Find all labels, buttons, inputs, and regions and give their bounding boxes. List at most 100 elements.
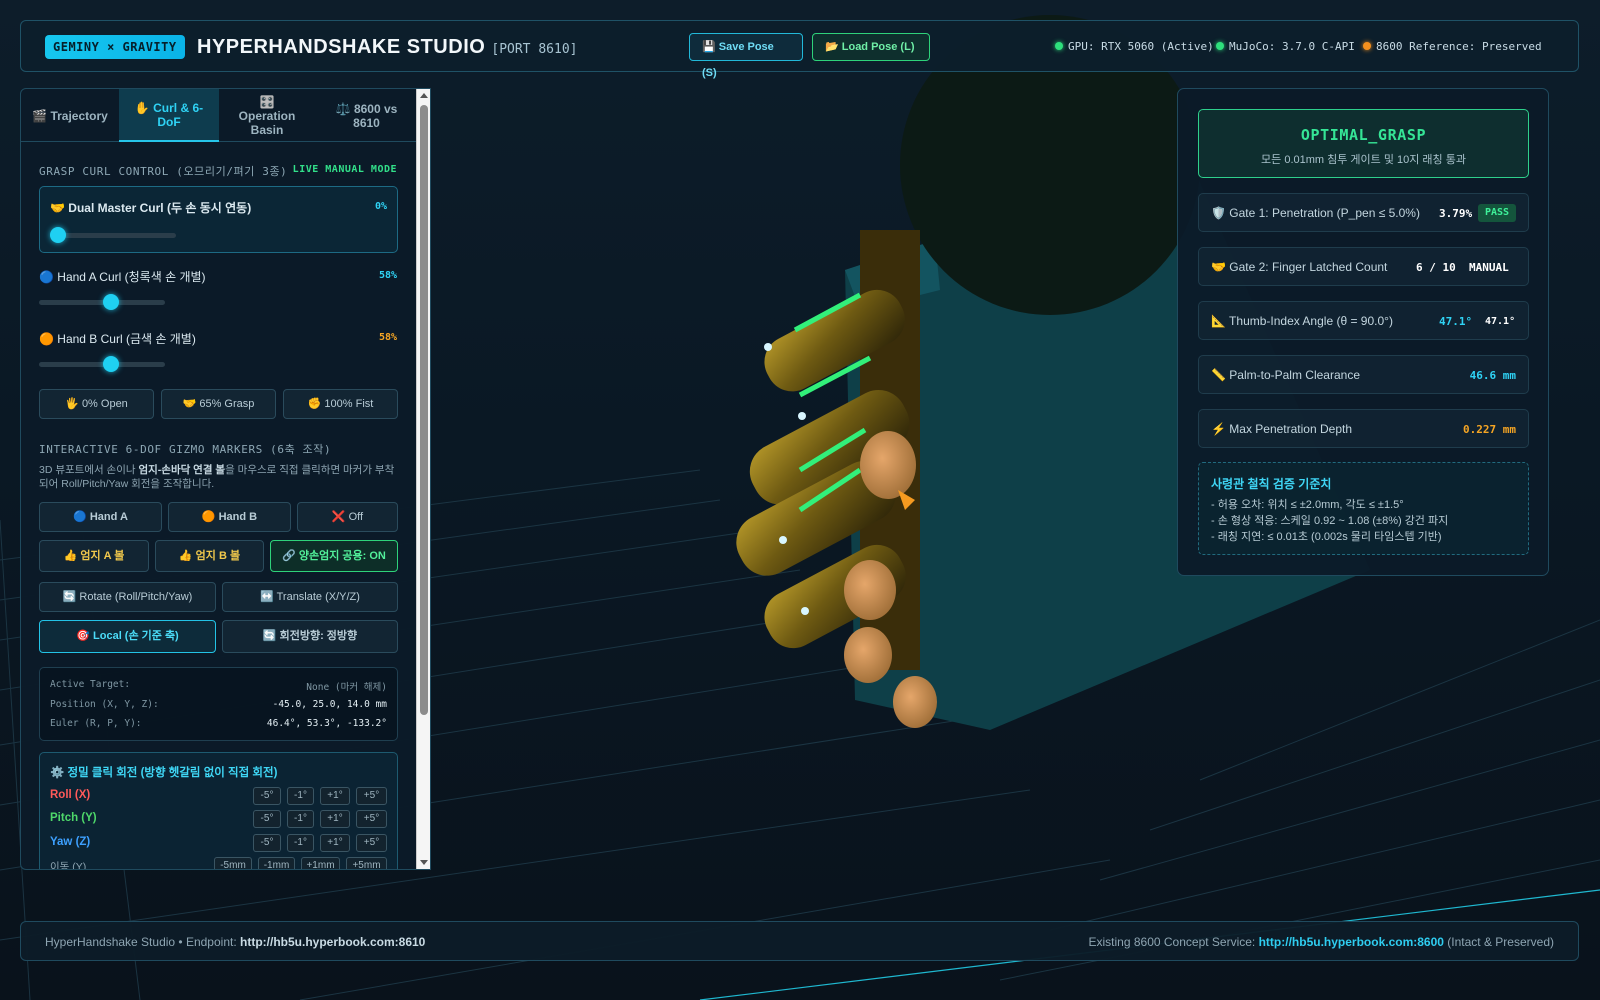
thumb-b-ball-button[interactable]: 👍 엄지 B 볼 xyxy=(155,540,264,572)
penetration-depth-label: ⚡ Max Penetration Depth xyxy=(1211,422,1353,436)
gate2-mode: MANUAL xyxy=(1469,261,1509,274)
control-panel: 🎬 Trajectory ✋ Curl & 6-DoF 🎛️ Operation… xyxy=(20,88,431,870)
clearance-value: 46.6 mm xyxy=(1469,369,1516,382)
footer-legacy-suffix: (Intact & Preserved) xyxy=(1443,935,1554,949)
pitch-minus1-button[interactable]: -1° xyxy=(287,810,314,828)
euler-key: Euler (R, P, Y): xyxy=(50,718,142,729)
clearance-label: 📏 Palm-to-Palm Clearance xyxy=(1211,368,1360,382)
roll-plus1-button[interactable]: +1° xyxy=(320,787,350,805)
dual-master-value: 0% xyxy=(374,201,387,212)
position-key: Position (X, Y, Z): xyxy=(50,699,159,710)
hand-a-slider-thumb[interactable] xyxy=(102,294,119,310)
precision-rotation-box: ⚙️ 정밀 클릭 회전 (방향 헷갈림 없이 직접 회전) Roll (X) -… xyxy=(39,752,398,869)
criteria-line: - 래칭 지연: ≤ 0.01초 (0.002s 물리 타임스텝 기반) xyxy=(1211,531,1442,543)
dual-master-slider-track[interactable] xyxy=(50,233,176,238)
live-mode-tag: LIVE MANUAL MODE xyxy=(292,164,397,175)
active-target-key: Active Target: xyxy=(50,679,131,690)
yaw-minus1-button[interactable]: -1° xyxy=(287,834,314,852)
hand-b-curl-value: 58% xyxy=(378,332,397,343)
yaw-plus5-button[interactable]: +5° xyxy=(356,834,387,852)
tab-8600-vs-8610[interactable]: ⚖️ 8600 vs 8610 xyxy=(315,89,418,142)
app-title: HYPERHANDSHAKE STUDIO [PORT 8610] xyxy=(197,36,577,59)
preset-fist-button[interactable]: ✊ 100% Fist xyxy=(283,389,398,419)
dual-master-slider-thumb[interactable] xyxy=(50,227,66,243)
euler-value: 46.4°, 53.3°, -133.2° xyxy=(266,718,387,729)
position-value: -45.0, 25.0, 14.0 mm xyxy=(272,699,387,710)
move-minus1mm-button[interactable]: -1mm xyxy=(258,857,295,869)
target-hand-b-button[interactable]: 🟠 Hand B xyxy=(168,502,291,532)
hand-a-curl-label: 🔵 Hand A Curl (청록색 손 개별) xyxy=(39,270,206,284)
footer-legacy-service: Existing 8600 Concept Service: http://hb… xyxy=(1089,935,1555,949)
move-plus1mm-button[interactable]: +1mm xyxy=(301,857,340,869)
brand-badge: GEMINY × GRAVITY xyxy=(45,35,185,59)
thumb-index-angle-b: 47.1° xyxy=(1485,316,1516,327)
roll-minus1-button[interactable]: -1° xyxy=(287,787,314,805)
footer-endpoint-link[interactable]: http://hb5u.hyperbook.com:8610 xyxy=(240,935,425,949)
tab-trajectory[interactable]: 🎬 Trajectory xyxy=(21,89,119,142)
rotation-direction-button[interactable]: 🔄 회전방향: 정방향 xyxy=(222,620,398,653)
target-off-button[interactable]: ❌ Off xyxy=(297,502,398,532)
pitch-axis-label: Pitch (Y) xyxy=(50,812,97,824)
yaw-plus1-button[interactable]: +1° xyxy=(320,834,350,852)
preset-grasp-button[interactable]: 🤝 65% Grasp xyxy=(161,389,276,419)
thumb-index-angle-a: 47.1° xyxy=(1439,315,1473,328)
scroll-down-icon[interactable] xyxy=(420,860,428,865)
hand-b-slider-track[interactable] xyxy=(39,362,165,367)
criteria-line: - 허용 오차: 위치 ≤ ±2.0mm, 각도 ≤ ±1.5° xyxy=(1211,499,1404,511)
hand-b-curl-label: 🟠 Hand B Curl (금색 손 개별) xyxy=(39,332,196,346)
local-frame-button[interactable]: 🎯 Local (손 기준 축) xyxy=(39,620,216,653)
hand-b-slider-thumb[interactable] xyxy=(102,356,119,372)
thumb-index-angle-label: 📐 Thumb-Index Angle (θ = 90.0°) xyxy=(1211,314,1393,328)
penetration-depth-row: ⚡ Max Penetration Depth 0.227 mm xyxy=(1198,409,1529,448)
gate1-row: 🛡️ Gate 1: Penetration (P_pen ≤ 5.0%) 3.… xyxy=(1198,193,1529,232)
pitch-minus5-button[interactable]: -5° xyxy=(253,810,281,828)
verdict-title: OPTIMAL_GRASP xyxy=(1300,126,1427,144)
criteria-box: 사령관 철칙 검증 기준치 - 허용 오차: 위치 ≤ ±2.0mm, 각도 ≤… xyxy=(1198,462,1529,555)
footer-legacy-link[interactable]: http://hb5u.hyperbook.com:8600 xyxy=(1259,935,1444,949)
roll-minus5-button[interactable]: -5° xyxy=(253,787,281,805)
scrollbar-thumb[interactable] xyxy=(420,105,428,715)
precision-rotation-title: ⚙️ 정밀 클릭 회전 (방향 헷갈림 없이 직접 회전) xyxy=(50,767,278,779)
translate-mode-button[interactable]: ↔️ Translate (X/Y/Z) xyxy=(222,582,398,612)
dual-master-label: 🤝 Dual Master Curl (두 손 동시 연동) xyxy=(50,201,252,215)
yaw-axis-label: Yaw (Z) xyxy=(50,836,91,848)
gate1-pass-badge: PASS xyxy=(1478,204,1516,222)
reference-status: 8600 Reference: Preserved xyxy=(1363,40,1542,53)
gizmo-desc-bold: 엄지-손바닥 연결 볼 xyxy=(138,464,226,476)
rotate-mode-button[interactable]: 🔄 Rotate (Roll/Pitch/Yaw) xyxy=(39,582,216,612)
footer-legacy-label: Existing 8600 Concept Service: xyxy=(1088,935,1259,949)
criteria-title: 사령관 철칙 검증 기준치 xyxy=(1211,477,1332,491)
penetration-depth-value: 0.227 mm xyxy=(1463,423,1516,436)
save-pose-button[interactable]: 💾 Save Pose (S) xyxy=(689,33,803,79)
gpu-status-dot xyxy=(1055,42,1063,50)
target-hand-a-button[interactable]: 🔵 Hand A xyxy=(39,502,162,532)
clearance-row: 📏 Palm-to-Palm Clearance 46.6 mm xyxy=(1198,355,1529,394)
roll-plus5-button[interactable]: +5° xyxy=(356,787,387,805)
hand-a-slider-track[interactable] xyxy=(39,300,165,305)
preset-open-button[interactable]: 🖐 0% Open xyxy=(39,389,154,419)
load-pose-button[interactable]: 📂 Load Pose (L) xyxy=(812,33,930,61)
scroll-up-icon[interactable] xyxy=(420,93,428,98)
pitch-plus5-button[interactable]: +5° xyxy=(356,810,387,828)
thumb-a-ball-button[interactable]: 👍 엄지 A 볼 xyxy=(39,540,149,572)
hand-a-curl-value: 58% xyxy=(378,270,397,281)
hand-b-fingers xyxy=(736,230,937,728)
footer-bar: HyperHandshake Studio • Endpoint: http:/… xyxy=(20,921,1579,961)
dual-master-box: 🤝 Dual Master Curl (두 손 동시 연동) 0% xyxy=(39,186,398,253)
move-plus5mm-button[interactable]: +5mm xyxy=(346,857,387,869)
move-minus5mm-button[interactable]: -5mm xyxy=(214,857,252,869)
yaw-minus5-button[interactable]: -5° xyxy=(253,834,281,852)
gpu-status: GPU: RTX 5060 (Active) xyxy=(1055,40,1214,53)
panel-scrollbar[interactable] xyxy=(416,89,430,869)
mujoco-status-dot xyxy=(1216,42,1224,50)
reference-status-label: 8600 Reference: Preserved xyxy=(1376,40,1542,53)
shared-thumb-toggle[interactable]: 🔗 양손엄지 공용: ON xyxy=(270,540,398,572)
criteria-line: - 손 형상 적응: 스케일 0.92 ~ 1.08 (±8%) 강건 파지 xyxy=(1211,515,1449,527)
gizmo-desc-part1: 3D 뷰포트에서 손이나 xyxy=(39,464,139,476)
tab-operation-basin[interactable]: 🎛️ Operation Basin xyxy=(219,89,315,142)
gizmo-section-title: INTERACTIVE 6-DOF GIZMO MARKERS (6축 조작) xyxy=(39,443,332,456)
tab-curl-6dof[interactable]: ✋ Curl & 6-DoF xyxy=(119,89,219,142)
pitch-plus1-button[interactable]: +1° xyxy=(320,810,350,828)
curl-section-title: GRASP CURL CONTROL (오므리기/펴기 3종) xyxy=(39,165,288,178)
thumb-index-angle-row: 📐 Thumb-Index Angle (θ = 90.0°) 47.1° 47… xyxy=(1198,301,1529,340)
